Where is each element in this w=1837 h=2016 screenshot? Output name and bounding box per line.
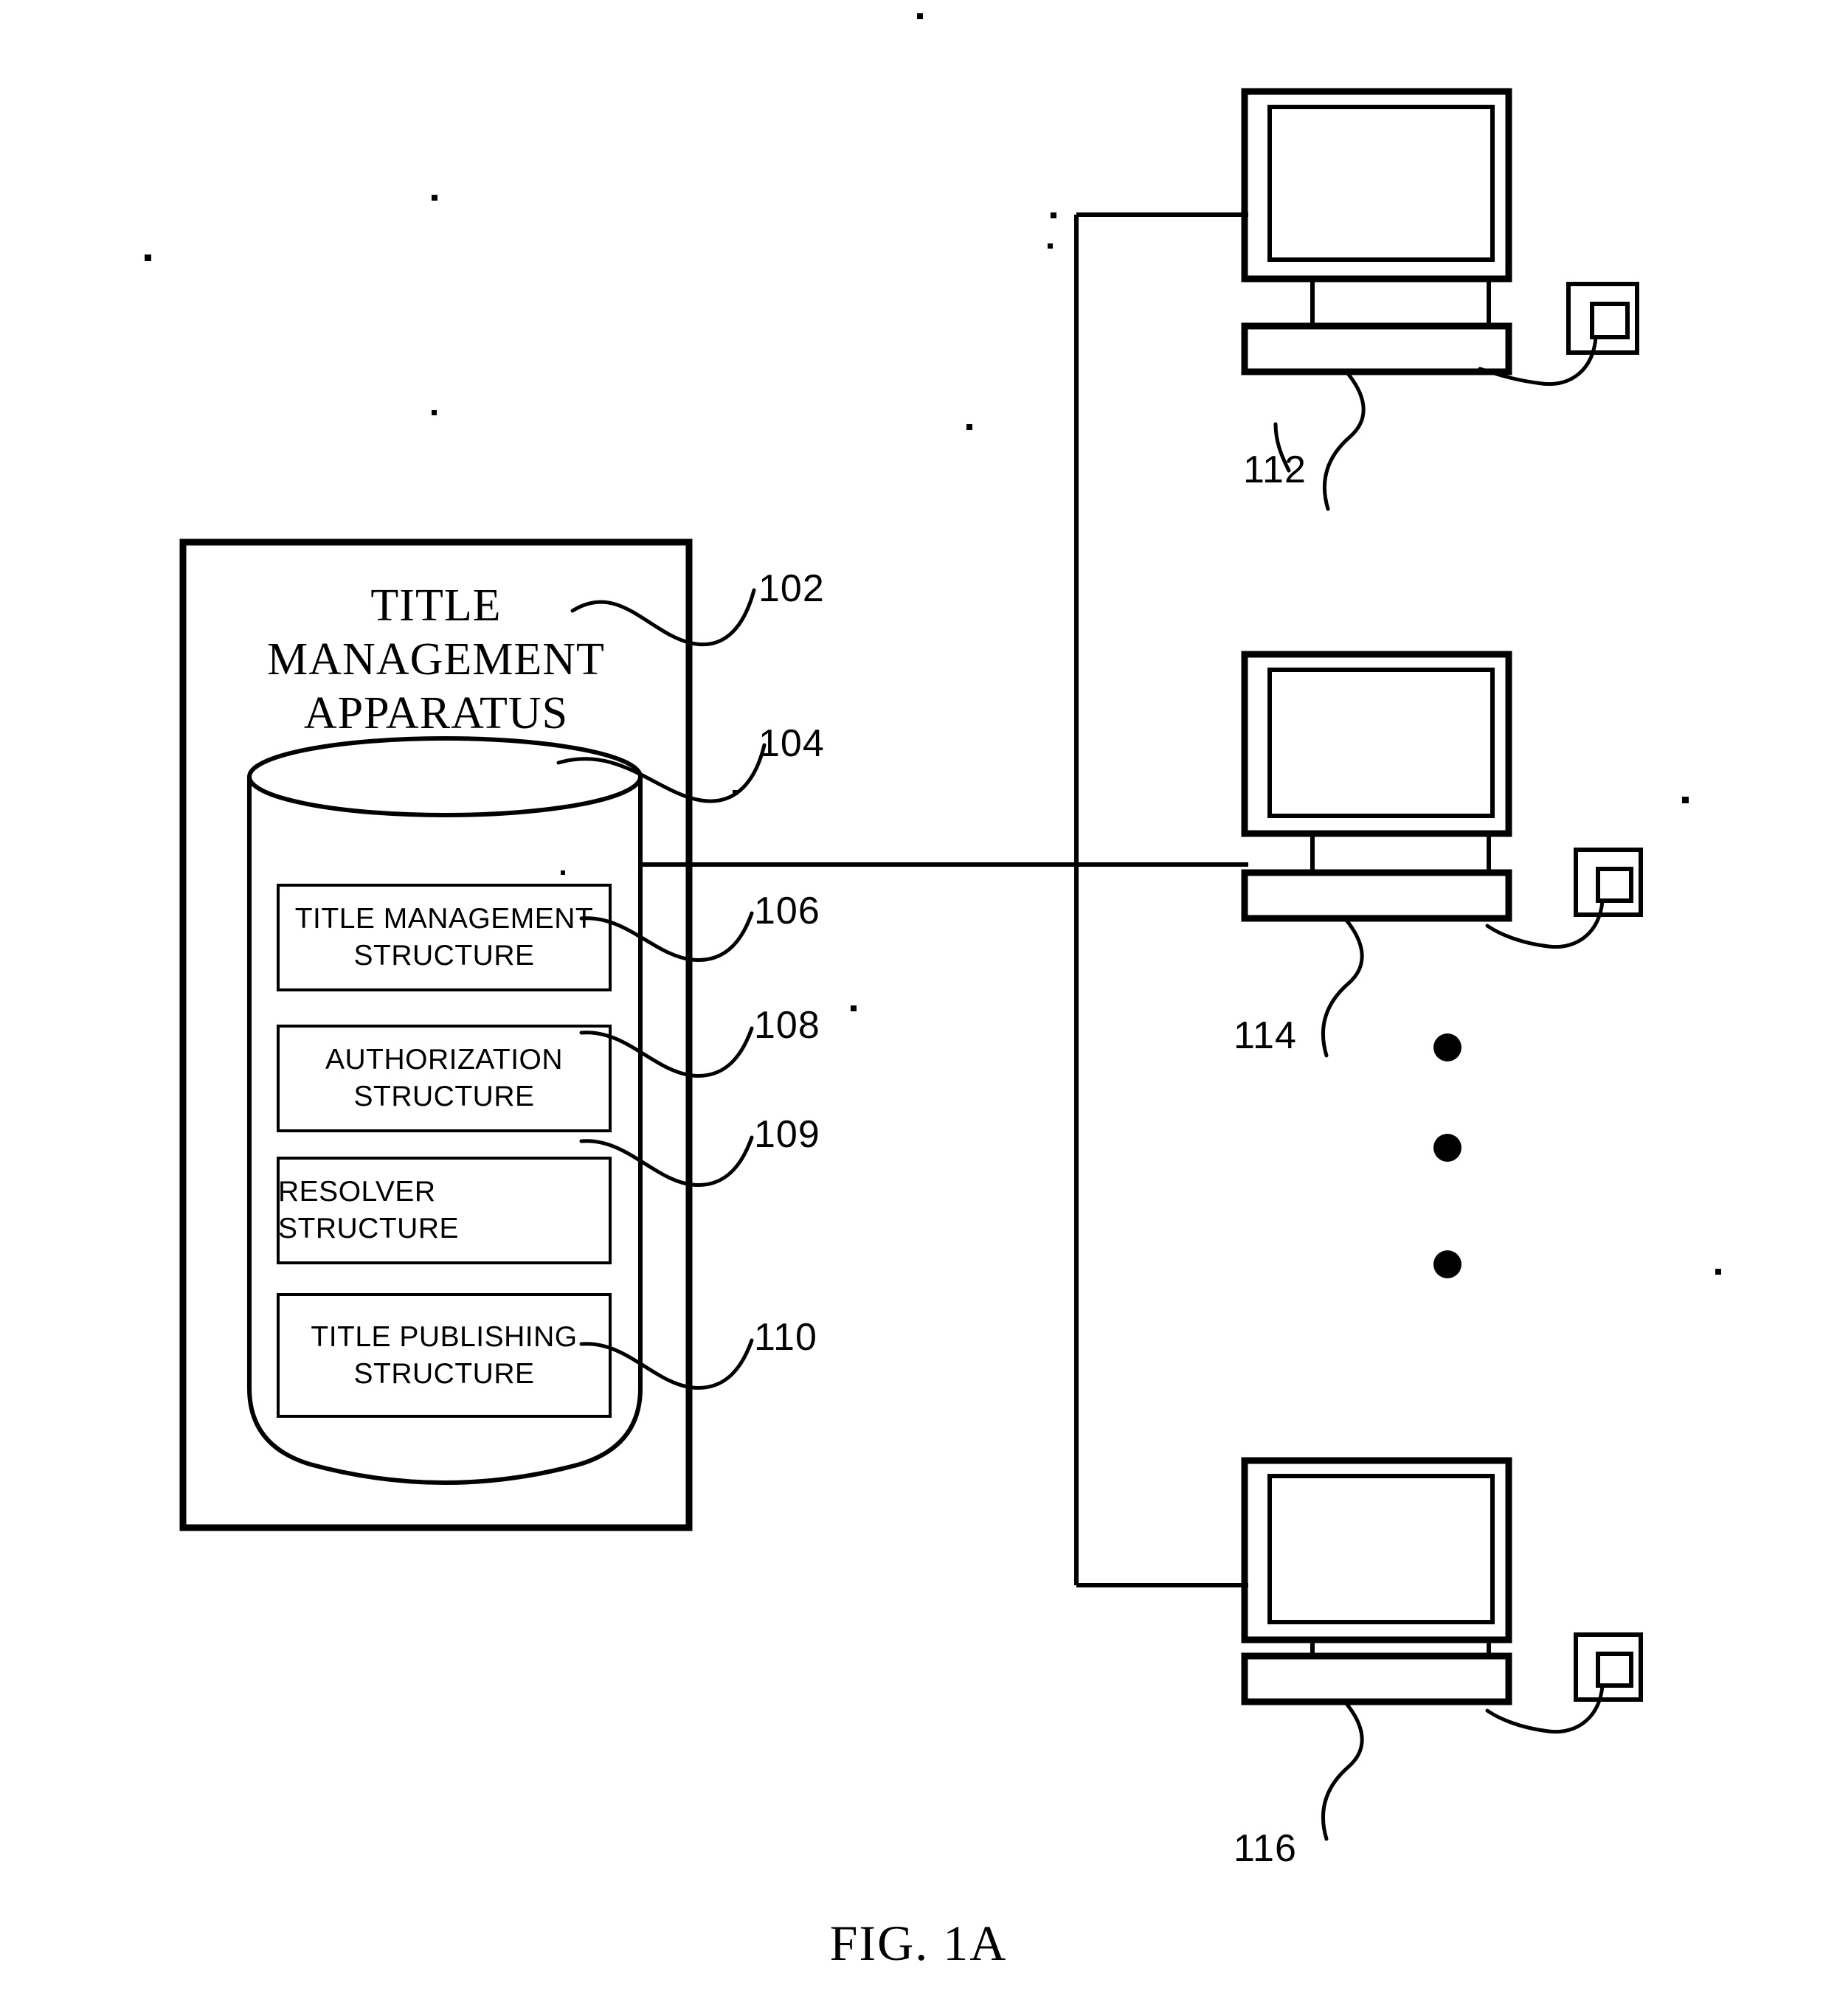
structure-106-line-2: STRUCTURE (353, 940, 535, 971)
terminal-112-screen (1267, 105, 1495, 262)
terminal-114 (1241, 651, 1643, 1058)
terminal-112-mouse-button (1590, 302, 1630, 339)
ellipsis-dots (1433, 1033, 1461, 1278)
terminal-112-monitor (1241, 88, 1512, 283)
structure-110-line-1: TITLE PUBLISHING (311, 1320, 578, 1353)
terminal-114-keyboard-cable (1321, 916, 1364, 1058)
ellipsis-dot-1 (1433, 1033, 1461, 1061)
structure-box-106-label: TITLE MANAGEMENT STRUCTURE (278, 885, 610, 990)
ellipsis-dot-2 (1433, 1134, 1461, 1162)
ref-numeral-109: 109 (754, 1113, 820, 1156)
ref-numeral-112: 112 (1243, 448, 1307, 491)
ref-numeral-114: 114 (1234, 1014, 1297, 1057)
apparatus-title-line-1: TITLE (370, 581, 502, 631)
terminal-116-keyboard-cable (1321, 1700, 1364, 1841)
ref-numeral-110: 110 (754, 1316, 817, 1359)
terminal-112-base (1241, 322, 1512, 375)
patent-figure: TITLE MANAGEMENT APPARATUS TITLE MANAGEM… (0, 0, 1837, 2016)
ref-numeral-116: 116 (1234, 1827, 1297, 1870)
terminal-114-monitor (1241, 651, 1512, 837)
terminal-116-base (1241, 1652, 1512, 1705)
apparatus-title-line-2: MANAGEMENT (267, 634, 605, 685)
terminal-114-mouse-button (1596, 867, 1633, 903)
terminal-116-mouse-button (1596, 1652, 1633, 1688)
figure-caption: FIG. 1A (829, 1915, 1008, 1971)
apparatus-title-line-3: APPARATUS (303, 688, 569, 739)
cylinder-top-ellipse (247, 736, 643, 817)
structure-box-110-label: TITLE PUBLISHING STRUCTURE (278, 1295, 610, 1416)
ellipsis-dot-3 (1433, 1250, 1461, 1278)
leader-lines (556, 422, 1291, 1390)
terminal-114-mouse-cable (1485, 898, 1605, 949)
structure-108-line-2: STRUCTURE (353, 1081, 535, 1112)
structure-108-line-1: AUTHORIZATION (325, 1044, 564, 1076)
terminal-112 (1241, 88, 1639, 511)
structure-106-line-1: TITLE MANAGEMENT (294, 903, 594, 935)
cylinder-bottom-arc (309, 1462, 581, 1485)
terminal-116-monitor (1241, 1457, 1512, 1643)
ref-numeral-108: 108 (754, 1004, 820, 1047)
terminal-116-mouse-cable (1485, 1683, 1605, 1734)
structure-box-108-label: AUTHORIZATION STRUCTURE (278, 1026, 610, 1131)
network-bus (640, 212, 1248, 1587)
terminal-112-mouse-cable (1478, 335, 1598, 387)
ref-numeral-106: 106 (754, 890, 820, 932)
terminal-112-keyboard-cable (1322, 370, 1366, 511)
terminal-114-screen (1267, 668, 1495, 818)
terminal-116 (1241, 1457, 1643, 1841)
ref-numeral-104: 104 (758, 722, 825, 765)
ref-numeral-102: 102 (758, 567, 825, 610)
figure-canvas (145, 13, 1721, 1841)
apparatus-title: TITLE MANAGEMENT APPARATUS (183, 579, 689, 741)
structure-109-line-1: RESOLVER STRUCTURE (278, 1176, 459, 1244)
structure-110-line-2: STRUCTURE (353, 1357, 535, 1390)
structure-box-109-label: RESOLVER STRUCTURE (278, 1158, 610, 1263)
terminal-116-screen (1267, 1474, 1495, 1624)
terminal-114-base (1241, 869, 1512, 922)
